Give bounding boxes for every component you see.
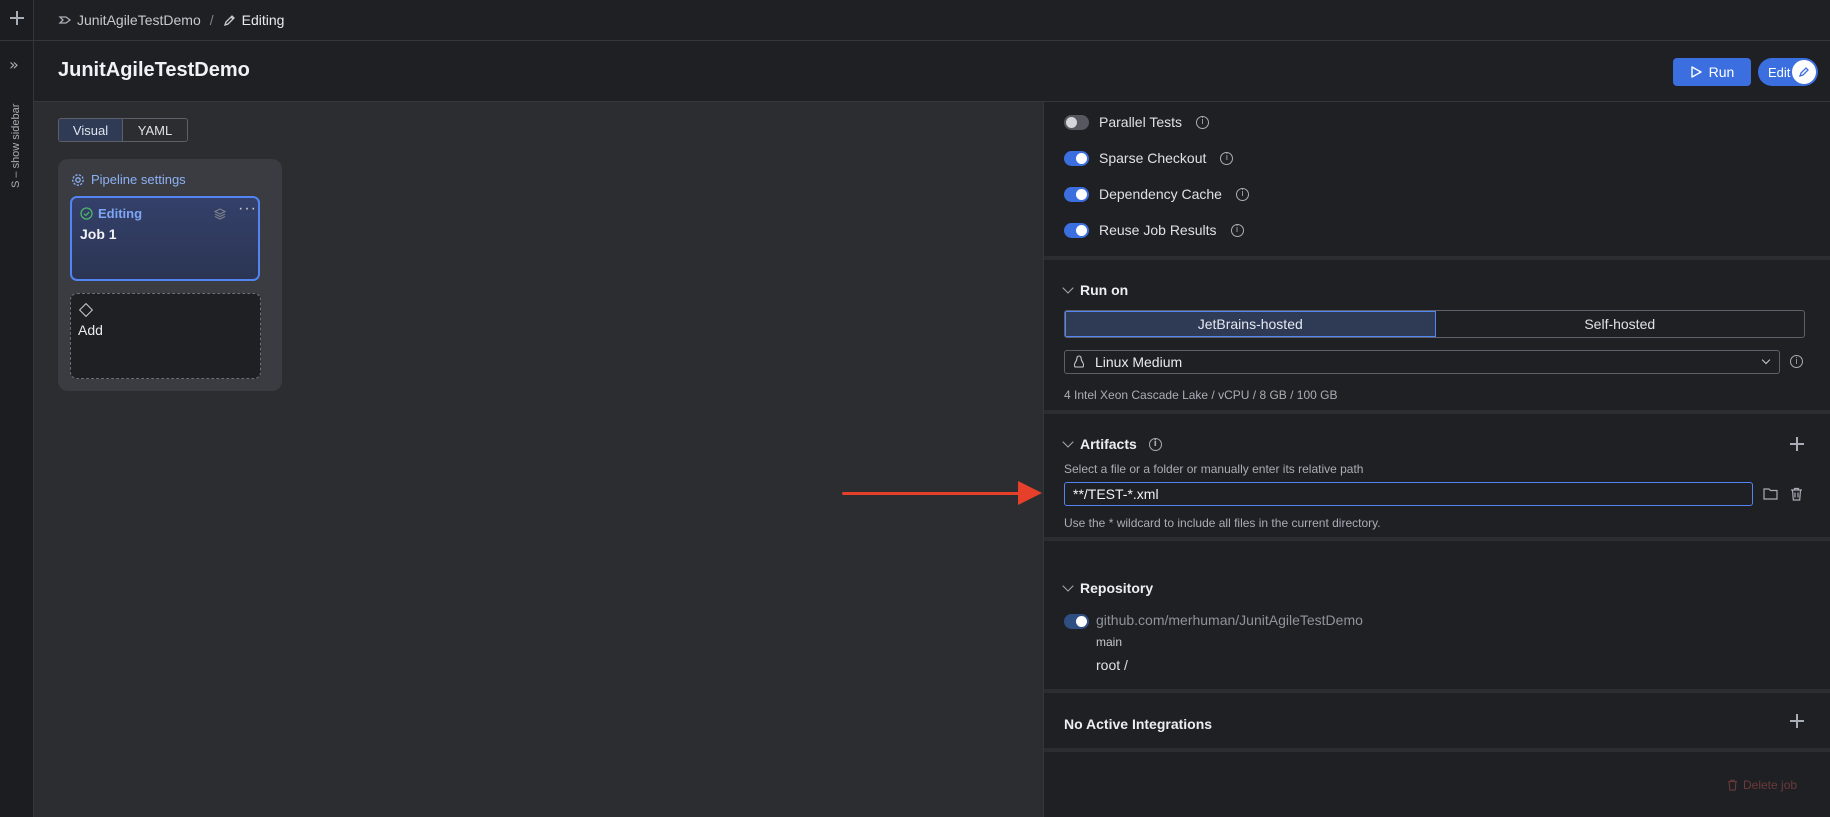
job-card[interactable]: Editing ··· Job 1 (70, 196, 260, 281)
breadcrumb-separator: / (209, 12, 214, 28)
pipeline-canvas: Visual YAML Pipeline settings Editing ··… (34, 102, 1043, 817)
pencil-icon (223, 15, 235, 27)
edit-pencil-icon (1792, 60, 1816, 84)
toggle-row-parallel-tests: Parallel Tests i (1064, 114, 1210, 130)
page-header: JunitAgileTestDemo Run Edit (34, 41, 1830, 102)
show-sidebar-hint[interactable]: S – show sidebar (10, 88, 22, 188)
artifacts-header[interactable]: Artifacts i (1062, 436, 1162, 452)
trash-icon (1727, 779, 1738, 791)
machine-type-select[interactable]: Linux Medium (1064, 350, 1780, 374)
dependency-cache-label: Dependency Cache (1099, 186, 1222, 202)
trash-icon[interactable] (1790, 487, 1803, 501)
dependency-cache-toggle[interactable] (1064, 186, 1089, 202)
artifact-path-input[interactable]: **/TEST-*.xml (1064, 482, 1753, 506)
run-button[interactable]: Run (1673, 58, 1751, 86)
rail-divider (0, 40, 34, 41)
breadcrumb-project[interactable]: JunitAgileTestDemo (58, 12, 201, 28)
wildcard-hint: Use the * wildcard to include all files … (1064, 516, 1381, 530)
pipeline-container: Pipeline settings Editing ··· Job 1 Add (58, 159, 282, 391)
repository-url[interactable]: github.com/merhuman/JunitAgileTestDemo (1096, 612, 1363, 628)
edit-button[interactable]: Edit (1758, 58, 1818, 86)
add-job-label: Add (78, 322, 103, 338)
page-title: JunitAgileTestDemo (58, 59, 250, 81)
chevron-down-icon (1062, 580, 1074, 592)
diamond-icon (78, 302, 94, 318)
delete-job-label: Delete job (1743, 778, 1798, 792)
more-options-icon[interactable]: ··· (238, 200, 257, 218)
reuse-job-results-toggle[interactable] (1064, 222, 1089, 238)
parallel-tests-label: Parallel Tests (1099, 114, 1183, 130)
run-button-label: Run (1708, 64, 1735, 80)
tab-visual[interactable]: Visual (59, 119, 123, 141)
info-icon[interactable]: i (1220, 151, 1234, 165)
tab-yaml[interactable]: YAML (123, 119, 187, 141)
sparse-checkout-toggle[interactable] (1064, 150, 1089, 166)
parallel-tests-toggle[interactable] (1064, 114, 1089, 130)
repository-branch: main (1096, 635, 1123, 649)
left-rail: » S – show sidebar (0, 0, 34, 817)
repository-toggle[interactable] (1064, 614, 1089, 629)
hosting-switcher: JetBrains-hosted Self-hosted (1064, 310, 1805, 338)
info-icon[interactable]: i (1196, 115, 1210, 129)
job-status-label: Editing (98, 206, 143, 221)
artifacts-hint: Select a file or a folder or manually en… (1064, 462, 1364, 476)
pipeline-tag-icon (58, 16, 72, 24)
annotation-arrow-head (1018, 481, 1042, 505)
linux-penguin-icon (1073, 355, 1085, 368)
add-integration-button[interactable] (1790, 714, 1804, 728)
check-circle-icon (80, 207, 93, 220)
delete-job-button[interactable]: Delete job (1727, 778, 1797, 792)
add-job-card[interactable]: Add (70, 293, 261, 379)
machine-spec: 4 Intel Xeon Cascade Lake / vCPU / 8 GB … (1064, 388, 1338, 402)
integrations-title: No Active Integrations (1064, 716, 1213, 732)
artifacts-title: Artifacts (1080, 436, 1137, 452)
app-window: » S – show sidebar JunitAgileTestDemo / … (0, 0, 1830, 817)
job-options-section: Parallel Tests i Sparse Checkout i Depen… (1044, 102, 1830, 260)
toggle-row-sparse-checkout: Sparse Checkout i (1064, 150, 1234, 166)
layers-icon[interactable] (213, 207, 227, 224)
chevron-down-icon (1062, 436, 1074, 448)
run-on-title: Run on (1080, 282, 1129, 298)
view-switcher: Visual YAML (58, 118, 188, 142)
gear-icon (72, 173, 84, 186)
chevron-down-icon (1761, 355, 1771, 365)
job-name: Job 1 (80, 226, 117, 242)
breadcrumb-current-label: Editing (241, 12, 285, 28)
breadcrumb: JunitAgileTestDemo / Editing (34, 0, 1830, 41)
repository-root: root / (1096, 657, 1128, 673)
machine-type-value: Linux Medium (1095, 354, 1183, 370)
run-on-header[interactable]: Run on (1062, 282, 1129, 298)
job-settings-panel: Parallel Tests i Sparse Checkout i Depen… (1043, 102, 1830, 817)
chevron-down-icon (1062, 282, 1074, 294)
tab-self-hosted[interactable]: Self-hosted (1436, 311, 1805, 337)
toggle-row-reuse-job-results: Reuse Job Results i (1064, 222, 1244, 238)
repository-title: Repository (1080, 580, 1154, 596)
info-icon[interactable]: i (1790, 355, 1803, 368)
pipeline-settings-label: Pipeline settings (91, 172, 186, 187)
annotation-arrow-line (842, 492, 1020, 495)
edit-button-label: Edit (1768, 64, 1791, 80)
job-status: Editing (80, 206, 142, 221)
pipeline-settings-link[interactable]: Pipeline settings (71, 172, 186, 187)
info-icon[interactable]: i (1148, 437, 1162, 451)
expand-sidebar-icon[interactable]: » (9, 57, 19, 73)
add-artifact-button[interactable] (1790, 437, 1804, 451)
toggle-row-dependency-cache: Dependency Cache i (1064, 186, 1249, 202)
reuse-job-results-label: Reuse Job Results (1099, 222, 1217, 238)
new-plus-icon[interactable] (9, 10, 25, 26)
repository-header[interactable]: Repository (1062, 580, 1154, 596)
breadcrumb-current: Editing (223, 12, 285, 28)
folder-icon[interactable] (1763, 487, 1778, 500)
info-icon[interactable]: i (1230, 223, 1244, 237)
sparse-checkout-label: Sparse Checkout (1099, 150, 1207, 166)
tab-jetbrains-hosted[interactable]: JetBrains-hosted (1065, 311, 1436, 337)
play-icon (1690, 66, 1702, 78)
breadcrumb-project-label: JunitAgileTestDemo (77, 12, 201, 28)
info-icon[interactable]: i (1235, 187, 1249, 201)
